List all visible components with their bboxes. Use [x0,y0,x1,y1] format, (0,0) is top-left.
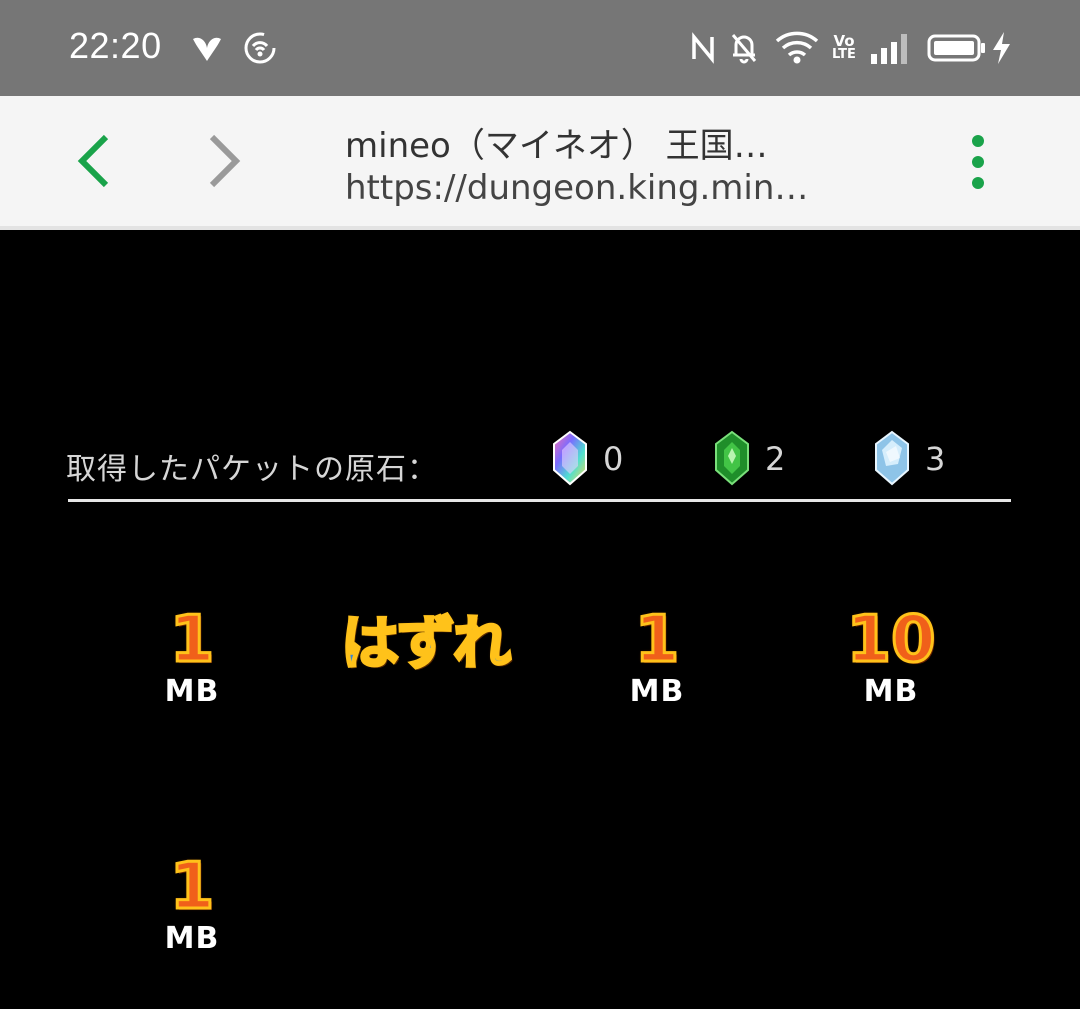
divider [68,499,1011,502]
prize-value: 1 [633,603,681,677]
wifi-icon [774,28,820,68]
prize-miss-label: はずれ [339,608,512,679]
ice-gem-icon [872,430,912,486]
rainbow-gem-count: 0 [603,440,624,478]
charging-icon [988,28,1014,68]
prize-unit: MB [164,674,220,709]
prize-unit: MB [164,921,220,956]
battery-icon [926,28,988,68]
green-gem-count: 2 [765,440,786,478]
menu-dot [972,156,984,168]
prize-value: 1 [168,603,216,677]
game-area: 取得したパケットの原石： 0 2 3 1 MB はずれ 1 MB 10 MB 1… [0,230,1080,1009]
green-gem-icon [712,430,752,486]
prize-card[interactable]: 1 MB [597,603,717,709]
prize-value: 1 [168,850,216,924]
prize-card[interactable]: 1 MB [132,603,252,709]
prize-card[interactable]: 1 MB [132,850,252,956]
chevron-left-icon [77,134,109,188]
overflow-menu-button[interactable] [958,130,998,194]
menu-dot [972,177,984,189]
forward-button[interactable] [194,131,254,191]
ice-gem-count: 3 [925,440,946,478]
chevron-right-icon [209,134,241,188]
prize-unit: MB [629,674,685,709]
prize-value: 10 [845,603,937,677]
page-title[interactable]: mineo（マイネオ） 王国… [345,118,768,167]
rainbow-gem-icon [550,430,590,486]
nfc-icon [688,28,718,68]
browser-toolbar: mineo（マイネオ） 王国… https://dungeon.king.min… [0,96,1080,230]
volte-icon: Vo LTE [832,32,856,62]
prize-unit: MB [863,674,919,709]
prize-card[interactable]: 10 MB [820,603,962,709]
leaf-notification-icon [188,28,226,68]
back-button[interactable] [64,131,124,191]
stones-label: 取得したパケットの原石： [66,452,438,487]
signal-icon [868,28,912,68]
url-display[interactable]: https://dungeon.king.min… [345,168,808,208]
sync-notification-icon [240,28,280,68]
menu-dot [972,135,984,147]
clock: 22:20 [69,25,162,66]
bell-off-icon [728,28,760,68]
prize-card-miss[interactable]: はずれ [315,608,535,679]
status-bar: 22:20 Vo LTE [0,0,1080,96]
